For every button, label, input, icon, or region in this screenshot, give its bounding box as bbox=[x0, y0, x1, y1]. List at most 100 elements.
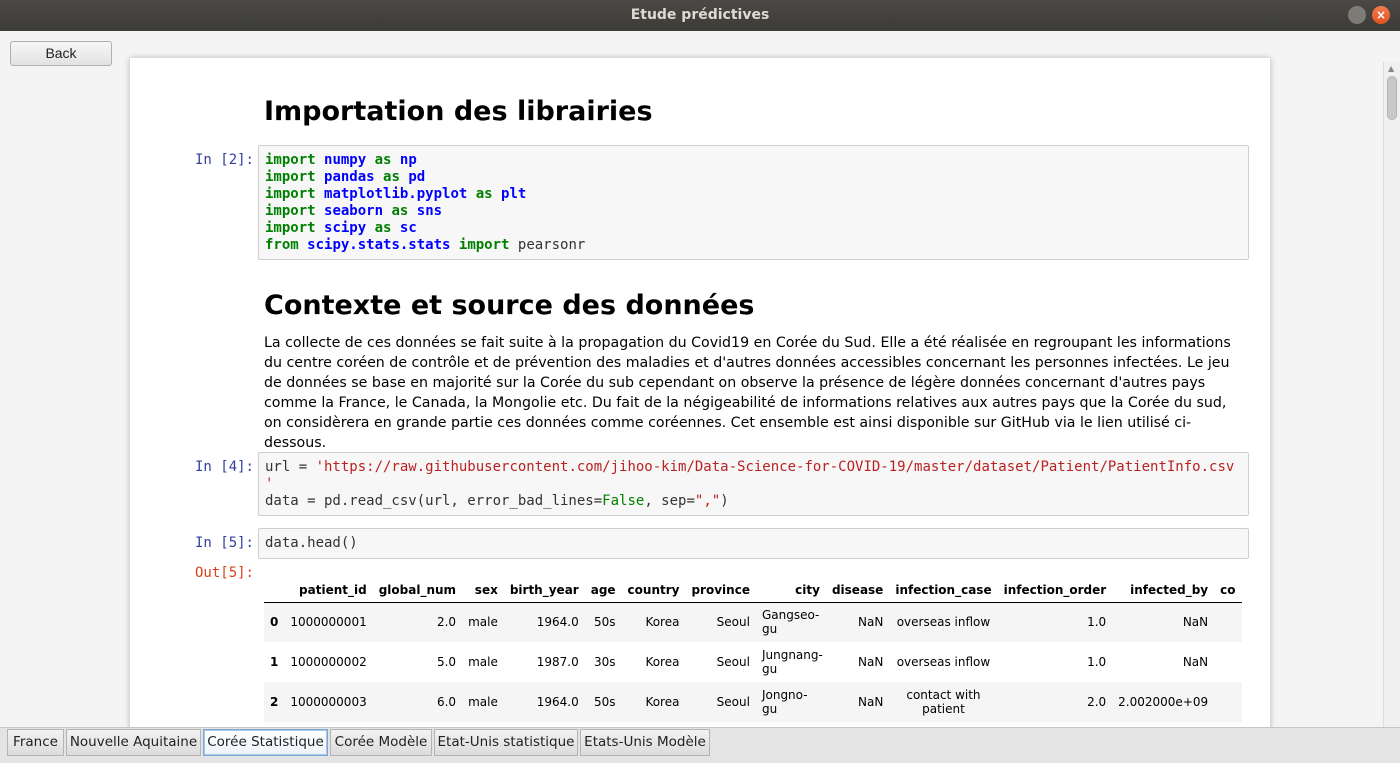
table-cell: overseas inflow bbox=[896, 655, 991, 669]
code-line: ' bbox=[265, 476, 274, 492]
tab-etats-unis-modele[interactable]: Etats-Unis Modèle bbox=[580, 729, 710, 756]
code-cell-url[interactable]: url = 'https://raw.githubusercontent.com… bbox=[258, 452, 1249, 516]
dataframe-output: patient_id global_num sex birth_year age coun… bbox=[264, 576, 1249, 727]
table-cell: 2.002000e+09 bbox=[1118, 695, 1209, 709]
column-header: country bbox=[621, 576, 686, 603]
table-row: 1 1000000002 5.0 male 1987.0 30s Korea Seoul Jun… bbox=[264, 642, 1242, 682]
table-cell: overseas inflow bbox=[896, 615, 991, 630]
code-line: data = pd.read_csv(url, error_bad_lines=… bbox=[265, 493, 729, 509]
table-cell: NaN bbox=[1182, 615, 1209, 630]
scroll-thumb[interactable] bbox=[1387, 76, 1397, 120]
close-button[interactable]: × bbox=[1372, 6, 1390, 24]
table-cell: 0 bbox=[270, 615, 279, 630]
bottom-tab-bar: France Nouvelle Aquitaine Corée Statisti… bbox=[0, 727, 1400, 763]
column-header: birth_year bbox=[503, 576, 585, 603]
table-cell: 50s bbox=[594, 615, 616, 630]
table-cell: Korea bbox=[645, 655, 680, 669]
code-line: data.head() bbox=[265, 535, 358, 551]
column-header: patient_id bbox=[284, 576, 373, 603]
table-cell: male bbox=[468, 695, 498, 709]
notebook-page[interactable]: Importation des librairies In [2]: impor… bbox=[130, 58, 1270, 727]
table-cell bbox=[1214, 642, 1241, 682]
table-cell: 1.0 bbox=[1087, 615, 1107, 630]
vertical-scrollbar[interactable]: ▲ ▼ bbox=[1383, 62, 1400, 727]
main-content: Back Importation des librairies In [2]: … bbox=[0, 31, 1400, 727]
column-header: province bbox=[685, 576, 756, 603]
table-cell: Gangseo-gu bbox=[761, 608, 820, 637]
column-header: infection_case bbox=[889, 576, 998, 603]
table-cell: 50s bbox=[594, 695, 616, 709]
column-header: co bbox=[1214, 576, 1242, 603]
table-cell: Seoul bbox=[716, 655, 750, 669]
table-cell: 1000000002 bbox=[290, 655, 367, 669]
code-line: url = 'https://raw.githubusercontent.com… bbox=[265, 459, 1235, 475]
table-cell: male bbox=[468, 615, 498, 630]
column-header bbox=[264, 576, 285, 603]
table-cell: 1964.0 bbox=[536, 615, 579, 630]
back-button[interactable]: Back bbox=[10, 41, 112, 66]
code-line: import scipy as sc bbox=[265, 220, 417, 236]
code-line: import matplotlib.pyplot as plt bbox=[265, 186, 527, 202]
code-cell-head[interactable]: data.head() bbox=[258, 528, 1249, 559]
minimize-button[interactable] bbox=[1348, 6, 1366, 24]
table-cell: 1964.0 bbox=[536, 695, 579, 709]
table-cell: 1.0 bbox=[1087, 655, 1107, 669]
column-header: infection_order bbox=[997, 576, 1113, 603]
table-cell bbox=[1214, 682, 1241, 722]
code-line: from scipy.stats.stats import pearsonr bbox=[265, 237, 586, 253]
close-icon: × bbox=[1375, 8, 1387, 22]
table-cell: 1000000003 bbox=[290, 695, 367, 709]
output-prompt: Out[5]: bbox=[194, 565, 254, 581]
table-cell: 2 bbox=[270, 695, 279, 709]
table-cell: male bbox=[468, 655, 498, 669]
column-header: sex bbox=[462, 576, 504, 603]
table-cell: NaN bbox=[858, 655, 884, 669]
table-cell: 1 bbox=[270, 655, 279, 669]
table-cell: Seoul bbox=[716, 615, 750, 630]
column-header: city bbox=[755, 576, 826, 603]
column-header: infected_by bbox=[1112, 576, 1215, 603]
table-row: 0 1000000001 2.0 male 1964.0 50s Korea Seoul Gan… bbox=[264, 602, 1242, 642]
code-line: import seaborn as sns bbox=[265, 203, 443, 219]
column-header: disease bbox=[825, 576, 890, 603]
cell-prompt: In [4]: bbox=[194, 459, 254, 475]
window-titlebar: Etude prédictives × bbox=[0, 0, 1400, 31]
window-title: Etude prédictives bbox=[630, 7, 770, 23]
context-paragraph: La collecte de ces données se fait suite… bbox=[264, 335, 1231, 451]
tab-coree-modele[interactable]: Corée Modèle bbox=[330, 729, 432, 756]
scroll-up-icon[interactable]: ▲ bbox=[1388, 64, 1394, 73]
table-cell: Jongno-gu bbox=[761, 688, 808, 716]
tab-nouvelle-aquitaine[interactable]: Nouvelle Aquitaine bbox=[66, 729, 201, 756]
table-cell: NaN bbox=[1182, 655, 1209, 669]
code-cell-imports[interactable]: import numpy as np import pandas as pd imp… bbox=[258, 145, 1249, 260]
column-header: global_num bbox=[372, 576, 463, 603]
table-cell: 1987.0 bbox=[536, 655, 579, 669]
table-cell: 2.0 bbox=[1087, 695, 1107, 709]
table-cell bbox=[1214, 602, 1241, 642]
heading-contexte: Contexte et source des données bbox=[264, 290, 755, 321]
table-cell: Korea bbox=[645, 695, 680, 709]
dataframe-table: patient_id global_num sex birth_year age coun… bbox=[264, 576, 1242, 722]
tab-france[interactable]: France bbox=[7, 729, 64, 756]
table-cell: 2.0 bbox=[436, 615, 457, 630]
table-cell: 6.0 bbox=[436, 695, 457, 709]
table-cell: NaN bbox=[858, 615, 884, 630]
tab-etat-unis-statistique[interactable]: Etat-Unis statistique bbox=[434, 729, 578, 756]
cell-prompt: In [2]: bbox=[194, 152, 254, 168]
table-row: 2 1000000003 6.0 male 1964.0 50s Korea Seoul Jon… bbox=[264, 682, 1242, 722]
table-cell: 1000000001 bbox=[290, 615, 367, 630]
heading-importation: Importation des librairies bbox=[264, 96, 653, 127]
column-header: age bbox=[584, 576, 622, 603]
table-cell: Korea bbox=[645, 615, 680, 630]
tab-coree-statistique[interactable]: Corée Statistique bbox=[203, 729, 328, 756]
table-cell: 30s bbox=[594, 655, 616, 669]
code-line: import numpy as np bbox=[265, 152, 417, 168]
code-line: import pandas as pd bbox=[265, 169, 426, 185]
table-cell: 5.0 bbox=[436, 655, 457, 669]
table-header-row: patient_id global_num sex birth_year age coun… bbox=[264, 576, 1242, 603]
cell-prompt: In [5]: bbox=[194, 535, 254, 551]
table-cell: Seoul bbox=[716, 695, 750, 709]
table-cell: Jungnang-gu bbox=[761, 648, 823, 676]
table-cell: NaN bbox=[858, 695, 884, 709]
table-cell: contact with patient bbox=[906, 688, 981, 716]
